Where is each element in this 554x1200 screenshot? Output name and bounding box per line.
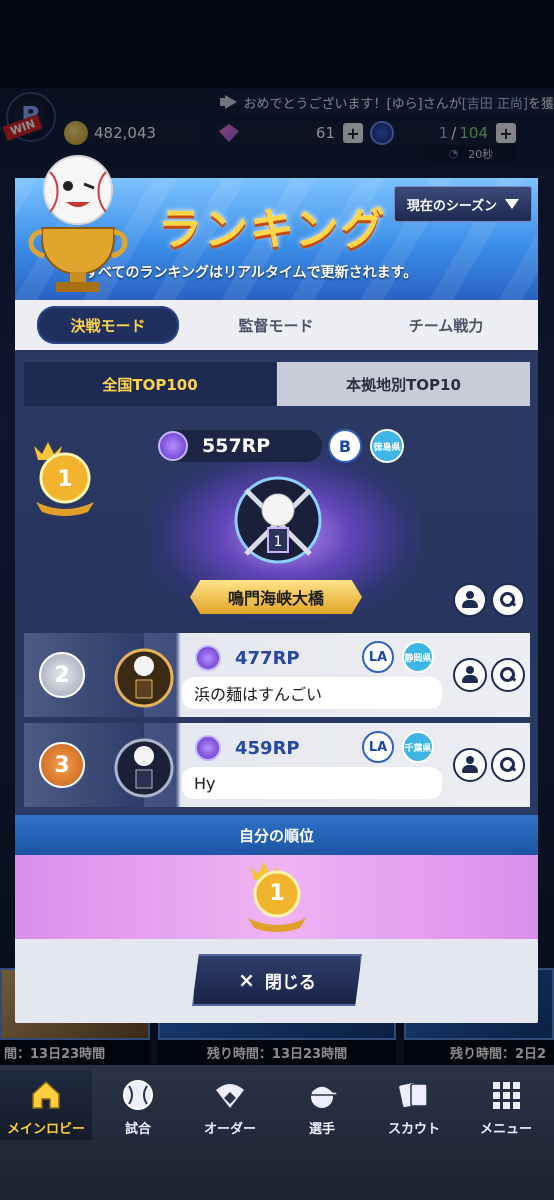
- rank-3-rp-value: 459RP: [235, 737, 300, 759]
- tab-manager-mode[interactable]: 監督モード: [205, 306, 347, 344]
- tab-team-power[interactable]: チーム戦力: [375, 306, 517, 344]
- profile-button-rank-3[interactable]: [453, 748, 487, 782]
- ranking-title: ランキング: [158, 204, 387, 255]
- rank-tier-icon: [195, 735, 221, 761]
- chevron-down-icon: [505, 199, 520, 209]
- tab-battle-mode[interactable]: 決戦モード: [37, 306, 179, 344]
- player-cap-icon: [310, 1085, 338, 1108]
- rank-2-rp: 477RP: [195, 645, 300, 671]
- diamond-field-icon: [216, 1084, 244, 1108]
- team-b-logo-icon: B: [328, 429, 362, 463]
- profile-button-rank-2[interactable]: [453, 658, 487, 692]
- prefecture-tokushima-icon: 徳島県: [370, 429, 404, 463]
- subtab-home-top10[interactable]: 本拠地別TOP10: [277, 362, 530, 406]
- rank-tier-icon: [158, 431, 188, 461]
- profile-button-rank-1[interactable]: [453, 583, 487, 617]
- rank-tier-icon: [195, 645, 221, 671]
- tab-label: スカウト: [387, 1122, 440, 1137]
- rank-3-emblem-icon: [114, 738, 174, 798]
- search-icon: [500, 667, 516, 683]
- svg-text:1: 1: [274, 534, 283, 550]
- person-icon: [462, 666, 478, 684]
- tab-scout[interactable]: スカウト: [368, 1070, 460, 1140]
- tab-players[interactable]: 選手: [276, 1070, 368, 1140]
- rank-3-comment: Hy: [182, 767, 442, 799]
- prefecture-chiba-icon: 千葉県: [402, 731, 434, 763]
- my-rank-title: 自分の順位: [15, 815, 538, 855]
- tab-order[interactable]: オーダー: [184, 1070, 276, 1140]
- tab-menu[interactable]: メニュー: [460, 1070, 552, 1140]
- tab-label: 試合: [124, 1122, 151, 1137]
- tab-label: メニュー: [479, 1122, 532, 1137]
- rank-2-comment: 浜の麺はすんごい: [182, 677, 442, 709]
- ranking-subtitle: すべてのランキングはリアルタイムで更新されます。: [85, 265, 418, 281]
- team-la-logo-icon: LA: [362, 641, 394, 673]
- search-button-rank-1[interactable]: [491, 583, 525, 617]
- first-place-emblem-icon: 1: [234, 476, 322, 564]
- first-place-rp: 557RP: [158, 430, 322, 462]
- tab-label: メインロビー: [6, 1122, 85, 1137]
- first-place-rp-value: 557RP: [202, 435, 271, 457]
- home-icon: [32, 1080, 60, 1109]
- my-rank-value: 1: [269, 880, 285, 906]
- person-icon: [462, 591, 478, 609]
- tab-label: オーダー: [203, 1122, 256, 1137]
- search-button-rank-2[interactable]: [491, 658, 525, 692]
- rank-3-medal: 3: [39, 742, 85, 788]
- close-label: 閉じる: [264, 972, 316, 993]
- search-icon: [500, 757, 516, 773]
- close-icon: ×: [238, 968, 255, 992]
- trophy-mascot-icon: [28, 155, 128, 292]
- season-select-button[interactable]: 現在のシーズン: [394, 186, 532, 222]
- baseball-icon: [123, 1080, 153, 1110]
- prefecture-shizuoka-icon: 静岡県: [402, 641, 434, 673]
- person-icon: [462, 756, 478, 774]
- tab-label: 選手: [308, 1122, 335, 1137]
- cards-icon: [399, 1082, 428, 1108]
- first-place-rank: 1: [57, 466, 73, 492]
- tab-main-lobby[interactable]: メインロビー: [0, 1070, 92, 1140]
- rank-2-rp-value: 477RP: [235, 647, 300, 669]
- rank-3-rp: 459RP: [195, 735, 300, 761]
- search-button-rank-3[interactable]: [491, 748, 525, 782]
- team-la-logo-icon: LA: [362, 731, 394, 763]
- close-button[interactable]: × 閉じる: [192, 954, 362, 1006]
- subtab-national-top100[interactable]: 全国TOP100: [24, 362, 276, 406]
- rank-2-emblem-icon: [114, 648, 174, 708]
- search-icon: [500, 592, 516, 608]
- rank-2-medal: 2: [39, 652, 85, 698]
- first-place-name: 鳴門海峡大橋: [190, 580, 362, 614]
- grid-menu-icon: [493, 1082, 520, 1109]
- season-select-label: 現在のシーズン: [406, 198, 498, 214]
- tab-match[interactable]: 試合: [92, 1070, 184, 1140]
